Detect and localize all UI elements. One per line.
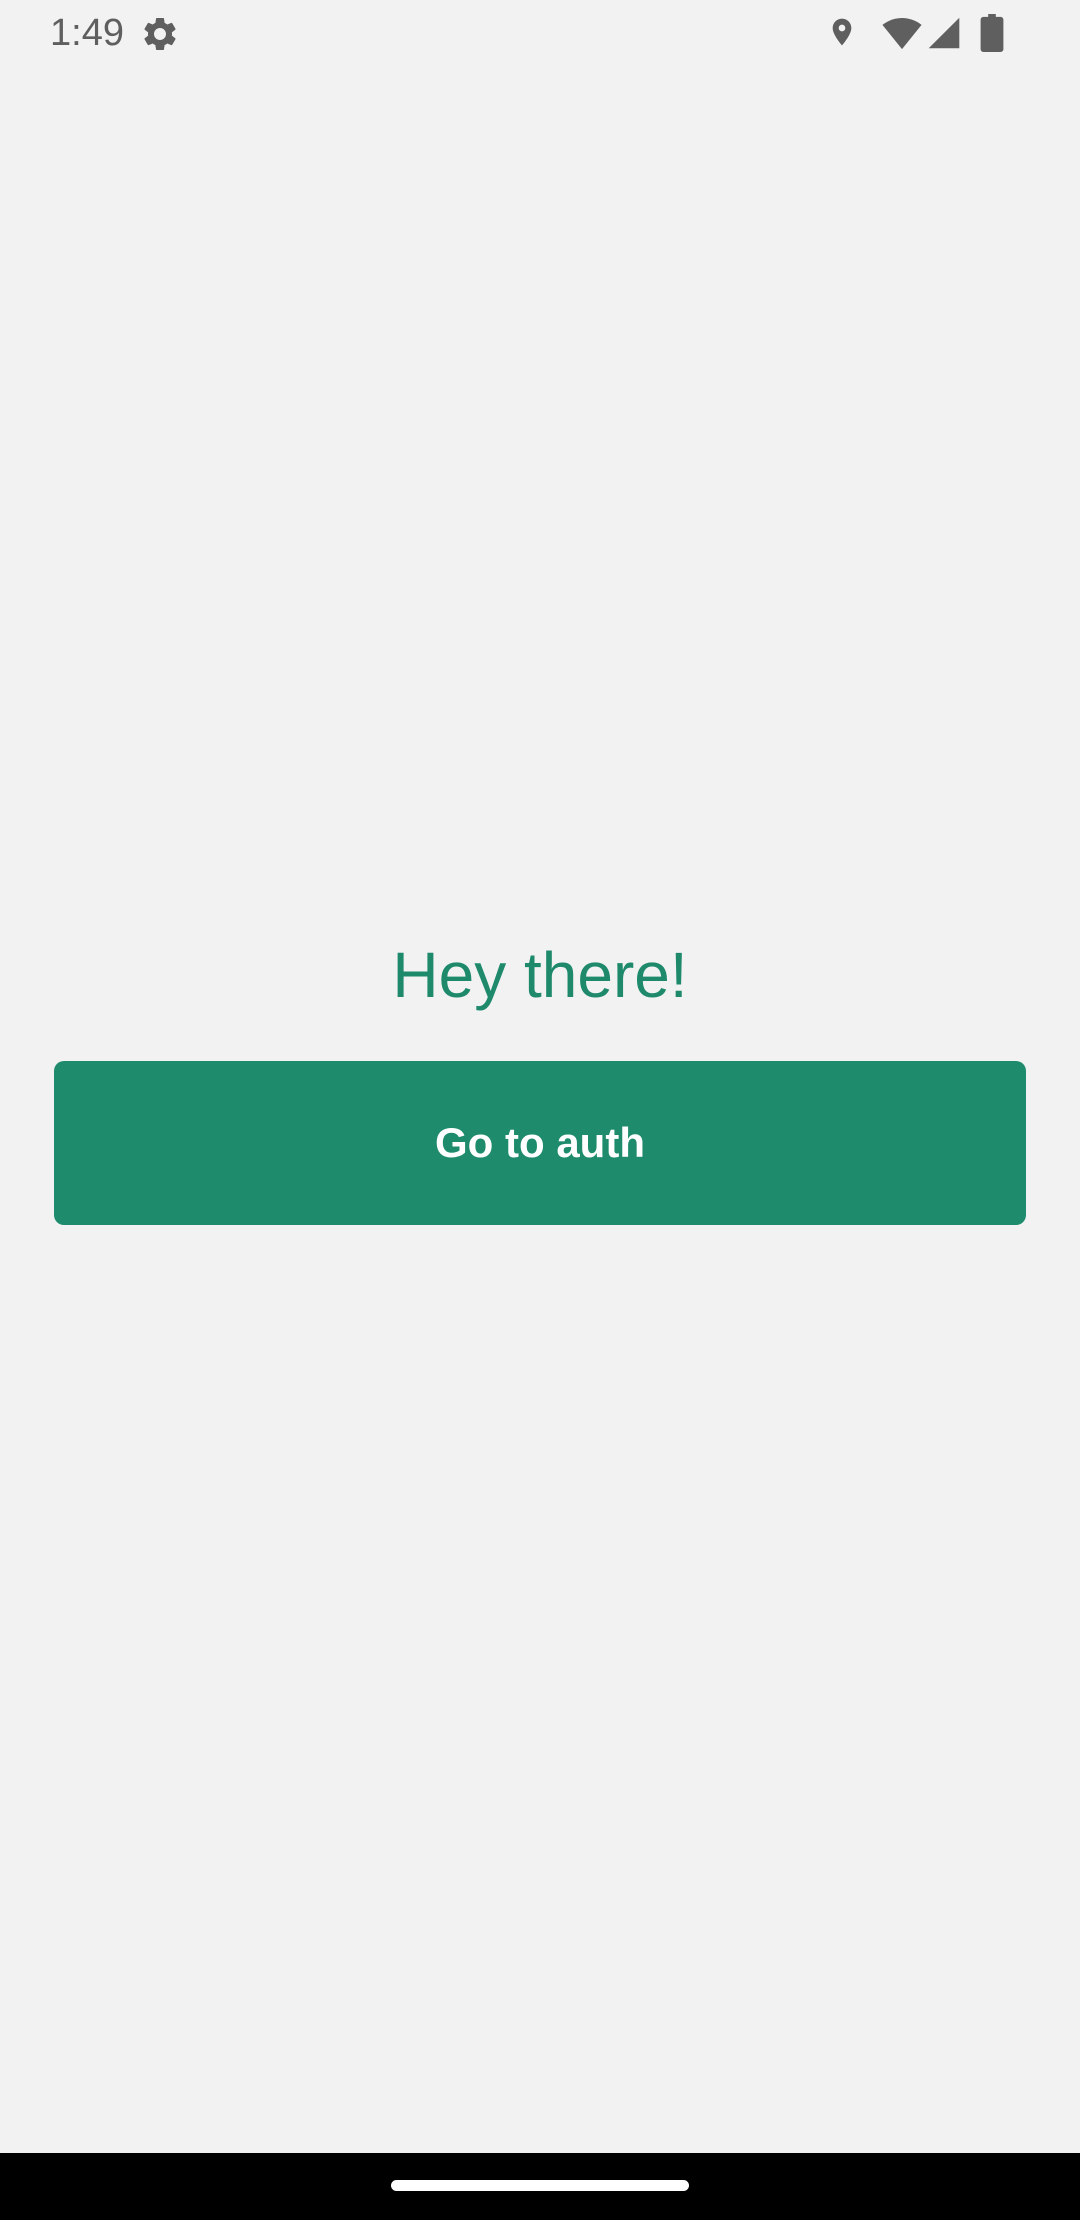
gear-icon [144,17,176,50]
go-to-auth-button[interactable]: Go to auth [54,1061,1026,1225]
status-time: 1:49 [50,12,124,54]
status-bar: 1:49 [0,0,1080,66]
home-gesture-handle[interactable] [391,2180,689,2191]
cellular-signal-icon [928,17,960,49]
greeting-heading: Hey there! [392,939,688,1011]
app-screen: 1:49 Hey there! Go to auth [0,0,1080,2220]
location-icon [832,18,852,46]
wifi-icon [882,18,922,50]
battery-icon [980,14,1004,52]
